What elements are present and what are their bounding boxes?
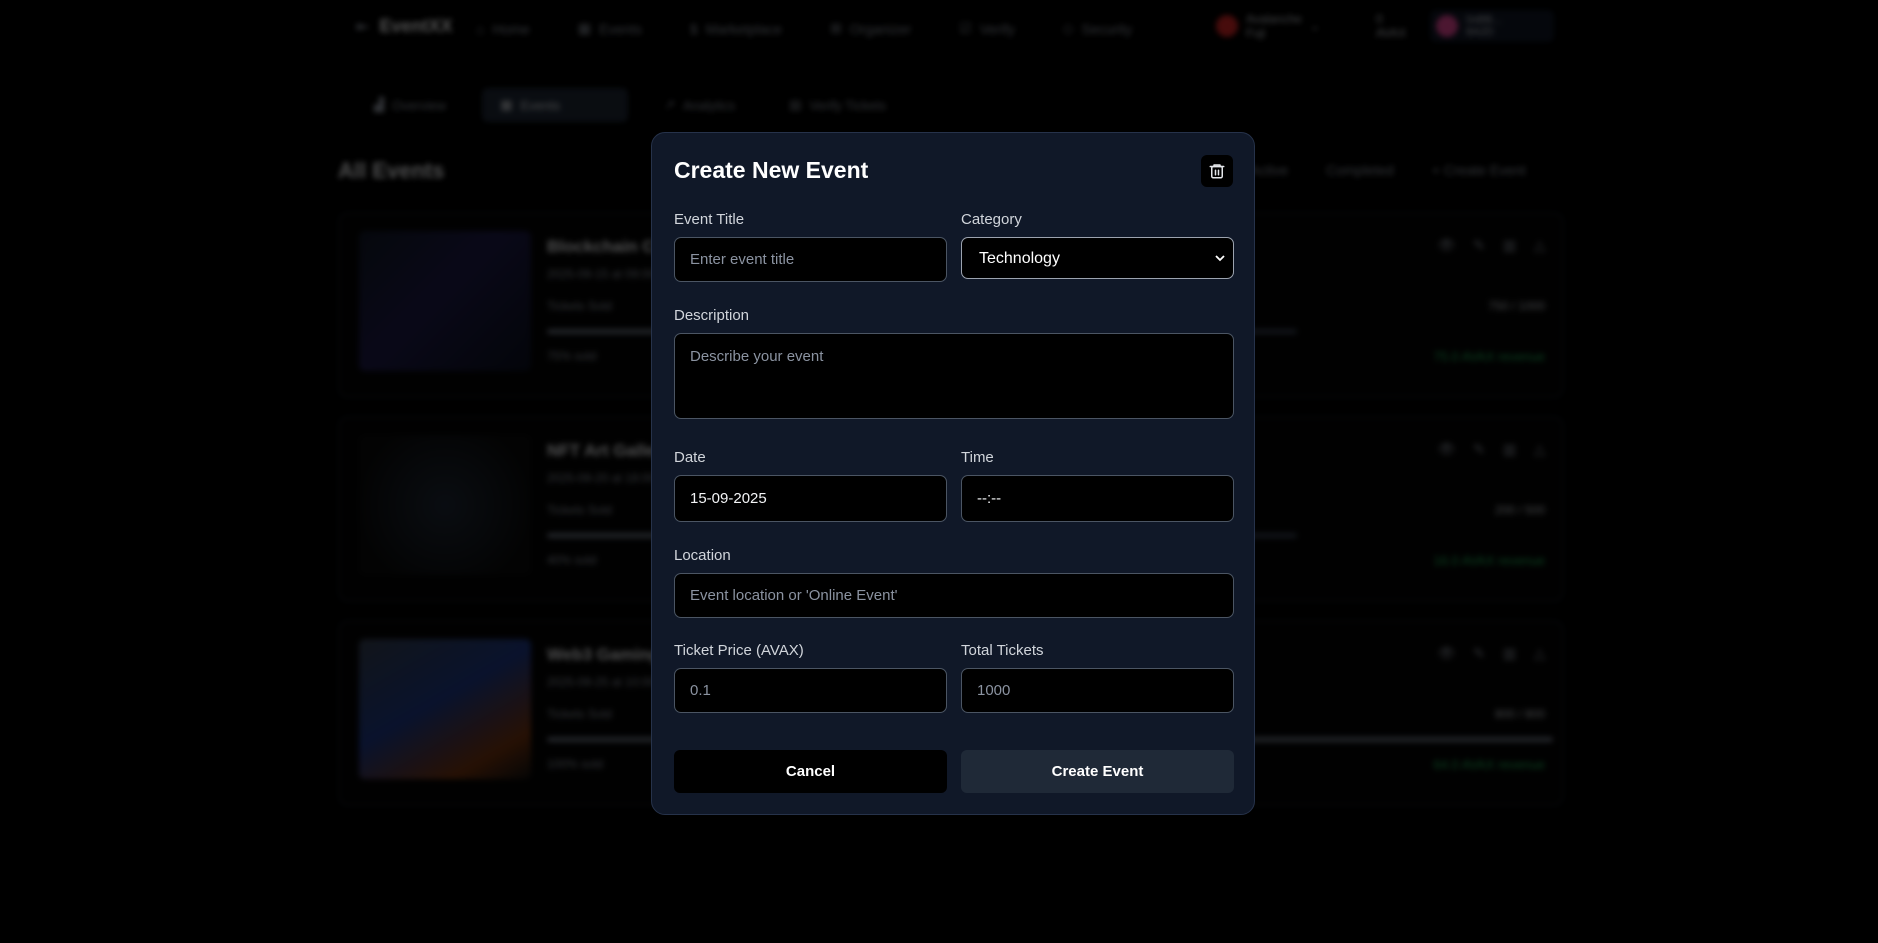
ticket-price-input[interactable] xyxy=(674,668,947,713)
cancel-button[interactable]: Cancel xyxy=(674,750,947,793)
sold-percent: 40% sold xyxy=(547,553,597,567)
time-label: Time xyxy=(961,449,994,466)
event-actions: 👁 ✎ ▥ △ xyxy=(1437,645,1545,662)
wallet-button[interactable]: 0xBB... 8A2D xyxy=(1430,10,1554,42)
edit-icon[interactable]: ✎ xyxy=(1473,645,1485,662)
sold-percent: 75% sold xyxy=(547,349,597,363)
revenue: 64.0 AVAX revenue xyxy=(1433,757,1545,772)
page-title: All Events xyxy=(338,158,445,183)
event-title-label: Event Title xyxy=(674,211,745,228)
date-label: Date xyxy=(674,449,706,466)
nav-link-marketplace[interactable]: $ Marketplace xyxy=(690,20,782,37)
revenue: 16.0 AVAX revenue xyxy=(1433,553,1545,568)
tickets-sold-label: Tickets Sold xyxy=(547,503,612,517)
nav-links: ⌂ Home ▦ Events $ Marketplace ⊞ Organizer ☑ V… xyxy=(476,20,1132,37)
event-image xyxy=(359,639,531,779)
ticket-count: 200 / 500 xyxy=(1494,503,1545,517)
ticket-price-label: Ticket Price (AVAX) xyxy=(674,642,804,659)
nav-link-home[interactable]: ⌂ Home xyxy=(476,20,530,37)
chart-icon: ▟ xyxy=(374,97,384,112)
time-input[interactable] xyxy=(961,475,1234,522)
trash-icon xyxy=(1209,164,1225,179)
modal-close-button[interactable] xyxy=(1201,155,1233,187)
edit-icon[interactable]: ✎ xyxy=(1473,441,1485,458)
event-date: 2025-09-15 at 09:00 xyxy=(547,267,656,281)
total-tickets-input[interactable] xyxy=(961,668,1234,713)
location-input[interactable] xyxy=(674,573,1234,618)
cart-icon: $ xyxy=(689,20,698,37)
alert-icon[interactable]: △ xyxy=(1534,237,1545,254)
location-label: Location xyxy=(674,547,731,564)
tab-analytics[interactable]: ↗ Analytics xyxy=(646,88,753,122)
trend-icon: ↗ xyxy=(664,97,676,112)
total-tickets-label: Total Tickets xyxy=(961,642,1044,659)
calendar-icon: ▦ xyxy=(500,97,513,112)
dashboard-tabs: ▟ Overview ▦ Events ↗ Analytics ▤ Verify Tic… xyxy=(356,88,904,122)
network-selector[interactable]: Avalanche Fuji ⌄ xyxy=(1216,12,1320,40)
stats-icon[interactable]: ▥ xyxy=(1503,441,1516,458)
view-icon[interactable]: 👁 xyxy=(1437,645,1455,662)
revenue: 75.0 AVAX revenue xyxy=(1433,349,1545,364)
shield-icon: ◇ xyxy=(1062,20,1074,36)
ticket-count: 750 / 1000 xyxy=(1488,299,1545,313)
date-input[interactable] xyxy=(674,475,947,522)
event-date: 2025-09-20 at 18:00 xyxy=(547,471,656,485)
avalanche-icon xyxy=(1216,15,1238,37)
tickets-sold-label: Tickets Sold xyxy=(547,707,612,721)
view-icon[interactable]: 👁 xyxy=(1437,441,1455,458)
event-image xyxy=(359,231,531,371)
top-nav: ⇤ EventXX ⌂ Home ▦ Events $ Marketplace ⊞ Or… xyxy=(0,0,1878,54)
event-date: 2025-09-25 at 10:00 xyxy=(547,675,656,689)
modal-title: Create New Event xyxy=(674,157,869,183)
category-select[interactable]: Technology xyxy=(961,237,1234,279)
chevron-down-icon: ⌄ xyxy=(1309,19,1320,33)
sold-percent: 100% sold xyxy=(547,757,604,771)
tab-overview[interactable]: ▟ Overview xyxy=(356,88,464,122)
brand-name: EventXX xyxy=(379,16,453,36)
alert-icon[interactable]: △ xyxy=(1534,441,1545,458)
check-icon: ☑ xyxy=(959,20,972,36)
home-icon: ⌂ xyxy=(476,20,485,37)
filter-active[interactable]: Active xyxy=(1250,162,1288,178)
calendar-icon: ▦ xyxy=(577,20,592,36)
ticket-icon: ▤ xyxy=(789,97,802,112)
create-event-modal: Create New Event Event Title Category Te… xyxy=(651,132,1255,815)
category-label: Category xyxy=(961,211,1022,228)
tab-events[interactable]: ▦ Events xyxy=(482,88,629,122)
event-image xyxy=(359,435,531,575)
stats-icon[interactable]: ▥ xyxy=(1503,237,1516,254)
nav-link-organizer[interactable]: ⊞ Organizer xyxy=(830,20,911,37)
description-input[interactable] xyxy=(674,333,1234,419)
nav-link-events[interactable]: ▦ Events xyxy=(578,20,642,37)
grid-icon: ⊞ xyxy=(829,20,842,36)
create-event-button[interactable]: Create Event xyxy=(961,750,1234,793)
nav-link-security[interactable]: ◇ Security xyxy=(1063,20,1132,37)
alert-icon[interactable]: △ xyxy=(1534,645,1545,662)
stats-icon[interactable]: ▥ xyxy=(1503,645,1516,662)
nav-link-verify[interactable]: ☑ Verify xyxy=(959,20,1015,37)
event-actions: 👁 ✎ ▥ △ xyxy=(1437,441,1545,458)
brand[interactable]: ⇤ EventXX xyxy=(356,16,452,37)
event-filters: Active Completed + Create Event xyxy=(1250,162,1526,178)
logo-icon: ⇤ xyxy=(356,18,370,36)
ticket-count: 800 / 800 xyxy=(1494,707,1545,721)
wallet-balance: 0 AVAX xyxy=(1376,12,1407,40)
view-icon[interactable]: 👁 xyxy=(1437,237,1455,254)
event-actions: 👁 ✎ ▥ △ xyxy=(1437,237,1545,254)
event-title-input[interactable] xyxy=(674,237,947,282)
create-event-link[interactable]: + Create Event xyxy=(1432,162,1526,178)
description-label: Description xyxy=(674,307,750,324)
edit-icon[interactable]: ✎ xyxy=(1473,237,1485,254)
avatar xyxy=(1436,15,1458,37)
tickets-sold-label: Tickets Sold xyxy=(547,299,612,313)
filter-completed[interactable]: Completed xyxy=(1326,162,1394,178)
tab-verify-tickets[interactable]: ▤ Verify Tickets xyxy=(771,88,904,122)
